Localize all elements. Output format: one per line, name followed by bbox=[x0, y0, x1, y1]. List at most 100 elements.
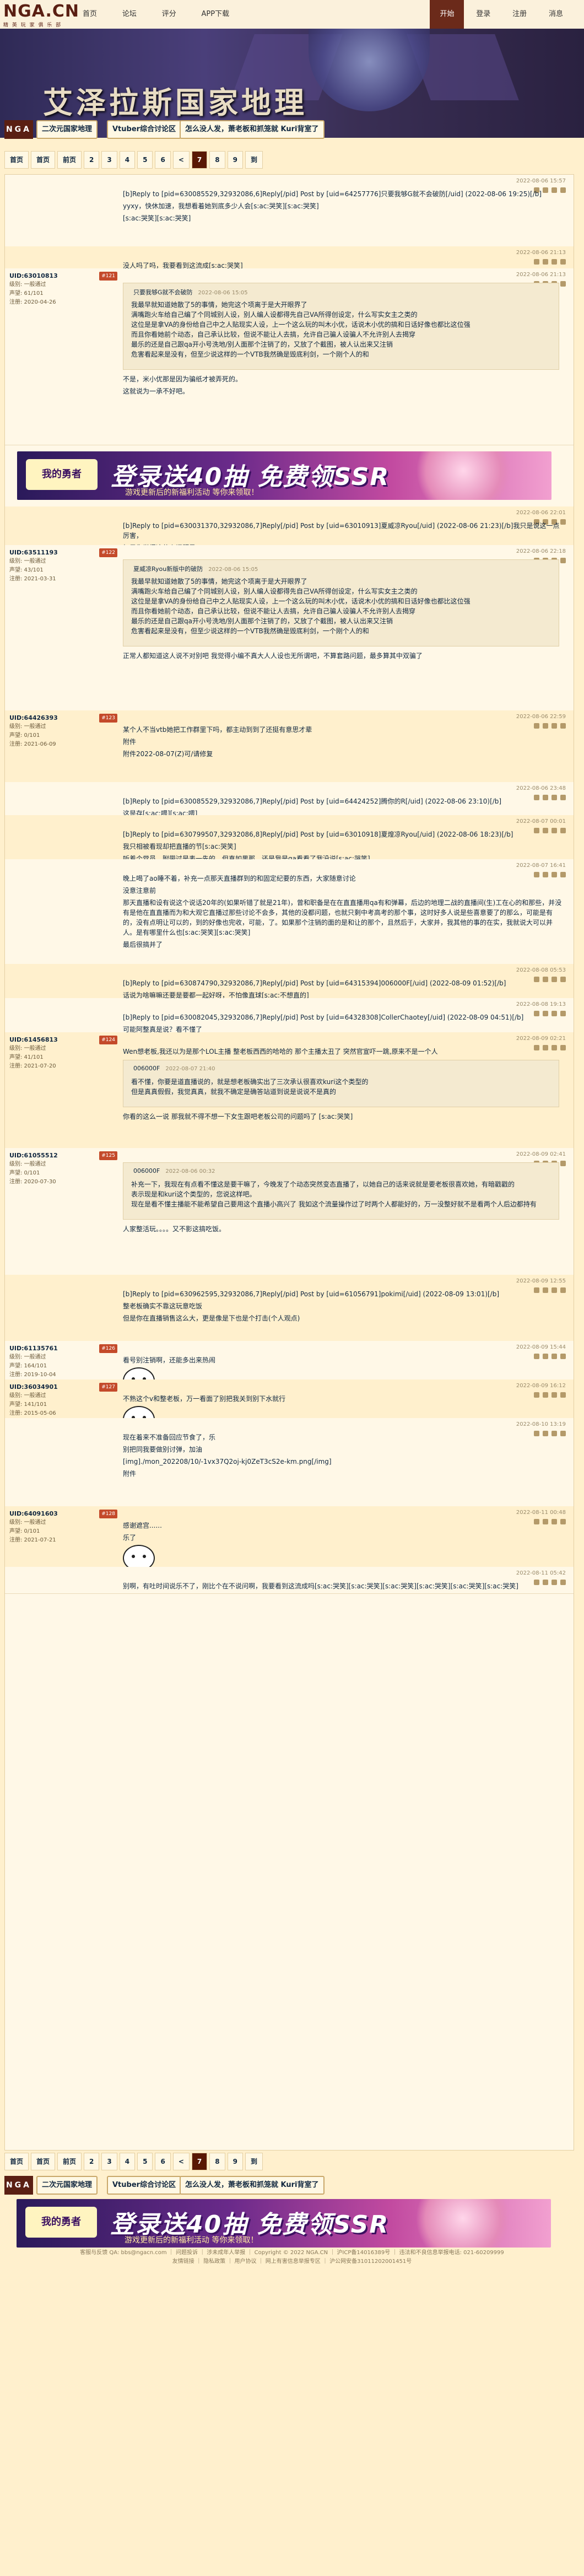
nga-tab[interactable]: NGA bbox=[4, 2176, 33, 2195]
user-info: UID:63010813 #121 级别: 一般通过 声望: 61/101 注册: 20… bbox=[9, 272, 117, 307]
post-item: 2022-08-07 16:41 晚上喝了ao睡不着，补充一点那天直播群到的和固定… bbox=[5, 859, 574, 964]
nav-forum[interactable]: 论坛 bbox=[122, 8, 137, 18]
post-timestamp: 2022-08-08 05:53 bbox=[516, 967, 566, 973]
pager-item[interactable]: 9 bbox=[227, 2153, 243, 2170]
pager-item[interactable]: 6 bbox=[155, 2153, 171, 2170]
quote-time: 2022-08-06 15:05 bbox=[208, 567, 258, 573]
quote-author[interactable]: 夏威凉Ryou新版中的破防 bbox=[133, 565, 203, 573]
forum-title: 艾泽拉斯国家地理 bbox=[43, 85, 307, 120]
user-stat: 声望: 61/101 bbox=[9, 290, 44, 297]
attachment-label[interactable]: 附件2022-08-07(Z)可/请修复 bbox=[123, 749, 564, 759]
quote-author[interactable]: 006000F bbox=[133, 1167, 160, 1174]
floor-number[interactable]: #123 bbox=[99, 714, 117, 723]
pager-item[interactable]: 9 bbox=[227, 151, 243, 169]
user-id-text[interactable]: UID:63511193 bbox=[9, 549, 58, 556]
pager-item[interactable]: 2 bbox=[84, 151, 100, 169]
user-id-text[interactable]: UID:61055512 bbox=[9, 1152, 58, 1159]
pager-item[interactable]: 4 bbox=[119, 2153, 136, 2170]
pager-item[interactable]: 首页 bbox=[31, 151, 56, 169]
user-id-text[interactable]: UID:61135761 bbox=[9, 1345, 58, 1352]
pager-item[interactable]: 3 bbox=[101, 2153, 117, 2170]
register-link[interactable]: 注册 bbox=[502, 0, 537, 29]
pager-item[interactable]: 到 bbox=[245, 151, 263, 169]
post-line: 乐了 bbox=[123, 1534, 137, 1542]
start-button[interactable]: 开始 bbox=[430, 0, 464, 29]
tab-acg-geography[interactable]: 二次元国家地理 bbox=[36, 120, 98, 139]
pager-item[interactable]: 8 bbox=[209, 2153, 225, 2170]
more-icon[interactable] bbox=[560, 1161, 566, 1166]
ad-banner[interactable]: 我的勇者 登录送40抽 免费领SSR 游戏更新后的新福利活动 等你来领取！ bbox=[17, 451, 551, 500]
user-id-text[interactable]: UID:61456813 bbox=[9, 1036, 58, 1043]
pager-item[interactable]: 到 bbox=[245, 2153, 263, 2170]
nav-rating[interactable]: 评分 bbox=[162, 8, 176, 18]
nav-app-download[interactable]: APP下载 bbox=[202, 8, 230, 18]
user-id-text[interactable]: UID:64426393 bbox=[9, 714, 58, 721]
tab-acg-geography[interactable]: 二次元国家地理 bbox=[36, 2176, 98, 2195]
more-icon[interactable] bbox=[560, 281, 566, 287]
floor-number[interactable]: #127 bbox=[99, 1383, 117, 1392]
quote-line: 最乐的还是自己跟qa开小号洗地/别人面那个注销了的，又放了个截图，被人认出来又注… bbox=[131, 341, 393, 348]
floor-number[interactable]: #128 bbox=[99, 1510, 117, 1518]
quote-author[interactable]: 只要我够G就不会破防 bbox=[133, 289, 193, 296]
tab-vtuber-discussion[interactable]: Vtuber综合讨论区 bbox=[107, 120, 182, 139]
quote-author[interactable]: 006000F bbox=[133, 1065, 160, 1072]
post-line: [b]Reply to [pid=630962595,32932086,7]Re… bbox=[123, 1290, 500, 1298]
pager-item[interactable]: 6 bbox=[155, 151, 171, 169]
quote-body: 补充一下，我现在有点看不懂这是要干嘛了，今晚发了个动态突然变态直播了，以她自己的… bbox=[131, 1179, 550, 1209]
pager-item[interactable]: 7 bbox=[191, 151, 208, 169]
pager-item[interactable]: 3 bbox=[101, 151, 117, 169]
tab-current-thread[interactable]: 怎么没人发，萧老板和抓笼就 Kuri背室了 bbox=[180, 120, 325, 139]
pager-item[interactable]: 前页 bbox=[57, 2153, 82, 2170]
user-stat: 级别: 一般通过 bbox=[9, 1046, 46, 1052]
post-line: [b]Reply to [pid=630085529,32932086,6]Re… bbox=[123, 190, 542, 198]
site-logo[interactable]: NGA.CN 精 英 玩 家 俱 乐 部 bbox=[3, 2, 80, 29]
pager-item[interactable]: 首页 bbox=[4, 2153, 29, 2170]
pager-item[interactable]: 首页 bbox=[31, 2153, 56, 2170]
post-line: 那天直播和设有说这个说话20年的(如果听错了就是21年)，曾和职备是在在直直播用… bbox=[123, 899, 562, 936]
floor-number[interactable]: #124 bbox=[99, 1036, 117, 1044]
tab-vtuber-discussion[interactable]: Vtuber综合讨论区 bbox=[107, 2176, 182, 2195]
login-link[interactable]: 登录 bbox=[466, 0, 500, 29]
pager-item[interactable]: 2 bbox=[84, 2153, 100, 2170]
tab-current-thread[interactable]: 怎么没人发，萧老板和抓笼就 Kuri背室了 bbox=[180, 2176, 325, 2195]
pager-item[interactable]: 首页 bbox=[4, 151, 29, 169]
user-id-text[interactable]: UID:63010813 bbox=[9, 272, 58, 279]
floor-number[interactable]: #121 bbox=[99, 272, 117, 281]
pager-item[interactable]: 5 bbox=[137, 151, 153, 169]
nav-home[interactable]: 首页 bbox=[83, 8, 97, 18]
pager-item[interactable]: 7 bbox=[191, 2153, 208, 2170]
nga-tab[interactable]: NGA bbox=[4, 120, 33, 139]
floor-number[interactable]: #125 bbox=[99, 1151, 117, 1160]
ad-banner-bottom[interactable]: 我的勇者 登录送40抽 免费领SSR 游戏更新后的新福利活动 等你来领取！ bbox=[17, 2199, 551, 2248]
pager-item[interactable]: 4 bbox=[119, 151, 136, 169]
pager-item[interactable]: 5 bbox=[137, 2153, 153, 2170]
quote-line: 这位是是拿VA的身份给自己中之人贴现实人设，上一个这么玩的叫木小优，话说木小优的… bbox=[131, 597, 471, 605]
ad-logo: 我的勇者 bbox=[26, 459, 98, 490]
post-line: 晚上喝了ao睡不着，补充一点那天直播群到的和固定纪要的东西，大家随意讨论 bbox=[123, 875, 356, 882]
post-line: 没意注意前 bbox=[123, 887, 156, 894]
user-stat: 注册: 2015-05-06 bbox=[9, 1410, 56, 1416]
attachment-label[interactable]: 附件 bbox=[123, 737, 564, 747]
pager-item[interactable]: < bbox=[172, 151, 190, 169]
post-timestamp: 2022-08-09 15:44 bbox=[516, 1344, 566, 1350]
top-right-menu: 开始 登录 注册 消息 bbox=[430, 0, 573, 29]
pager-item[interactable]: < bbox=[172, 2153, 190, 2170]
floor-number[interactable]: #122 bbox=[99, 548, 117, 557]
post-item: 2022-08-09 12:55 [b]Reply to [pid=6309625… bbox=[5, 1275, 574, 1341]
more-icon[interactable] bbox=[560, 558, 566, 563]
post-timestamp: 2022-08-06 21:13 bbox=[516, 272, 566, 278]
pager-item[interactable]: 8 bbox=[209, 151, 225, 169]
post-line: [b]Reply to [pid=630031370,32932086,7]Re… bbox=[123, 522, 560, 540]
quote-header: 006000F 2022-08-07 21:40 bbox=[130, 1065, 215, 1072]
pager-item[interactable]: 前页 bbox=[57, 151, 82, 169]
post-item: 2022-08-06 22:01 [b]Reply to [pid=6300313… bbox=[5, 506, 574, 552]
messages-link[interactable]: 消息 bbox=[539, 0, 573, 29]
user-id-text[interactable]: UID:64091603 bbox=[9, 1510, 58, 1517]
quote-line: 看不懂，你要是道直播说的，就是想老板确实出了三次承认很喜欢kuri这个类型的 bbox=[131, 1078, 369, 1086]
quote-header: 006000F 2022-08-06 00:32 bbox=[130, 1167, 215, 1174]
floor-number[interactable]: #126 bbox=[99, 1344, 117, 1353]
post-line: 这就说为一承不好吧。 bbox=[123, 387, 190, 395]
user-info: UID:61135761 #126 级别: 一般通过 声望: 164/101 注册: 2… bbox=[9, 1344, 117, 1379]
quote-line: 补充一下，我现在有点看不懂这是要干嘛了，今晚发了个动态突然变态直播了，以她自己的… bbox=[131, 1181, 515, 1188]
user-id-text[interactable]: UID:36034901 bbox=[9, 1383, 58, 1391]
